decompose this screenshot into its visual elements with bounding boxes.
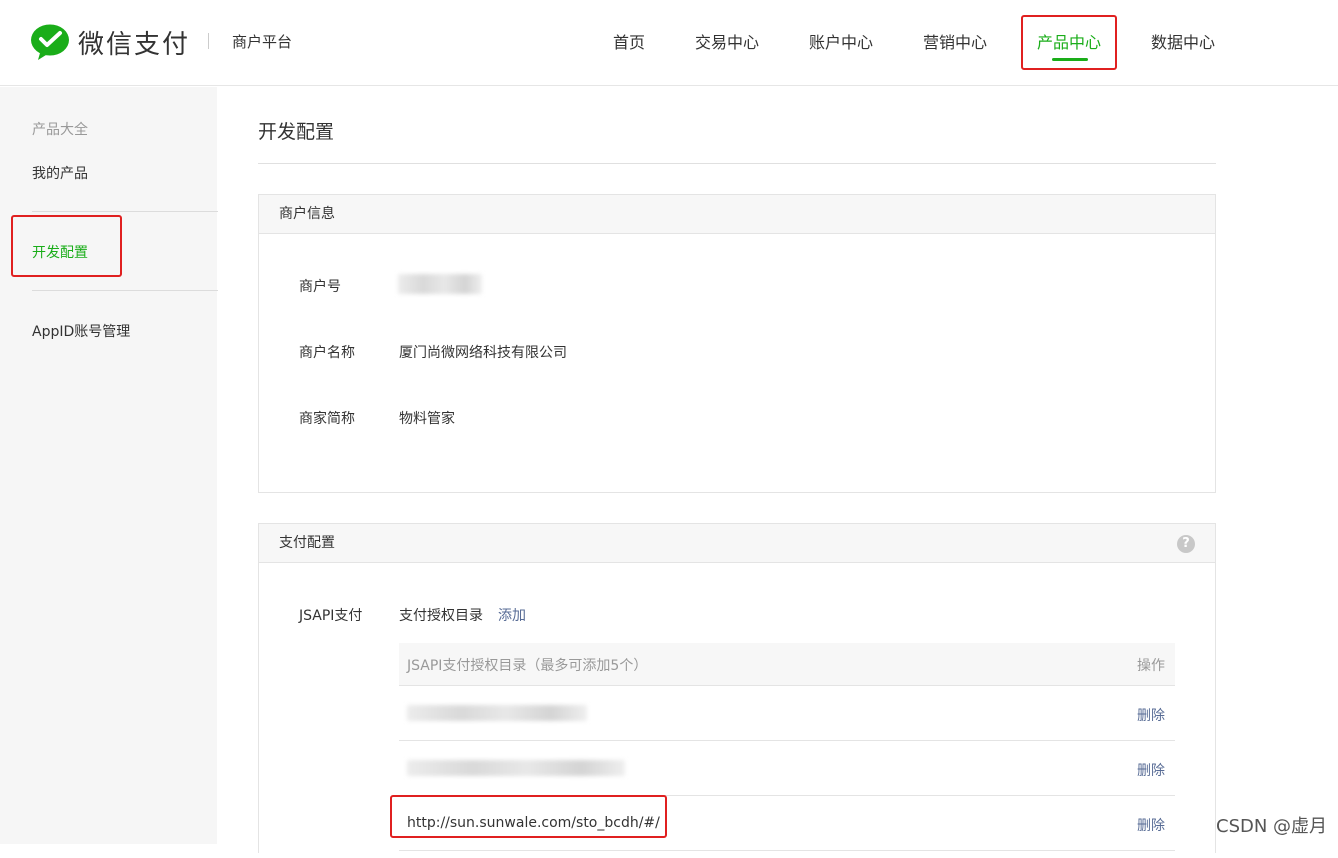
sidebar-divider	[32, 211, 218, 212]
merchant-short-value: 物料管家	[399, 411, 455, 427]
delete-link[interactable]: 删除	[1137, 760, 1165, 780]
merchant-name-value: 厦门尚微网络科技有限公司	[399, 345, 567, 361]
delete-link[interactable]: 删除	[1137, 815, 1165, 835]
merchant-short-label: 商家简称	[299, 411, 355, 427]
sidebar: 产品大全 我的产品 开发配置 AppID账号管理	[0, 87, 218, 844]
auth-dir-url-redacted	[407, 760, 625, 776]
merchant-name-label: 商户名称	[299, 345, 355, 361]
jsapi-label: JSAPI支付	[299, 608, 363, 624]
question-circle-icon[interactable]: ?	[1177, 535, 1195, 553]
nav-marketing[interactable]: 营销中心	[923, 29, 987, 53]
watermark: CSDN @虚月	[1216, 816, 1328, 837]
table-row: http://sun.sunwale.com/sto_bcdh/#/ 删除	[399, 796, 1175, 851]
auth-dir-url: http://sun.sunwale.com/sto_bcdh/#/	[407, 815, 660, 831]
sidebar-divider	[32, 290, 218, 291]
table-header: JSAPI支付授权目录（最多可添加5个） 操作	[399, 643, 1175, 686]
nav-transactions[interactable]: 交易中心	[695, 29, 759, 53]
sidebar-item-dev-config[interactable]: 开发配置	[32, 242, 88, 262]
sidebar-category: 产品大全	[32, 122, 88, 138]
pay-config-title: 支付配置	[279, 535, 335, 551]
col-auth-dir: JSAPI支付授权目录（最多可添加5个）	[407, 658, 648, 674]
header-divider	[208, 33, 209, 49]
sidebar-item-my-products[interactable]: 我的产品	[32, 163, 88, 183]
top-bar: 微信支付 商户平台 首页 交易中心 账户中心 营销中心 产品中心 数据中心	[0, 0, 1338, 86]
auth-dir-url-redacted	[407, 705, 587, 721]
table-row: 删除	[399, 741, 1175, 796]
brand-name: 微信支付	[78, 29, 191, 60]
auth-dir-label: 支付授权目录	[399, 608, 483, 624]
platform-name: 商户平台	[232, 33, 293, 51]
pay-config-panel: 支付配置 ? JSAPI支付 支付授权目录 添加 JSAPI支付授权目录（最多可…	[258, 523, 1216, 853]
nav-active-indicator	[1052, 58, 1088, 61]
add-auth-dir-link[interactable]: 添加	[498, 605, 526, 625]
merchant-info-panel: 商户信息 商户号 商户名称 厦门尚微网络科技有限公司 商家简称 物料管家	[258, 194, 1216, 493]
nav-data[interactable]: 数据中心	[1151, 29, 1215, 53]
nav-home[interactable]: 首页	[613, 29, 645, 53]
panel-title: 商户信息	[259, 195, 1215, 234]
col-operation: 操作	[1137, 658, 1165, 674]
wechat-pay-logo[interactable]: 微信支付	[30, 22, 190, 62]
delete-link[interactable]: 删除	[1137, 705, 1165, 725]
panel-title: 支付配置 ?	[259, 524, 1215, 563]
wechat-pay-logo-icon	[31, 24, 69, 60]
table-row: 删除	[399, 686, 1175, 741]
title-divider	[258, 163, 1216, 164]
page-title: 开发配置	[258, 121, 335, 143]
nav-account[interactable]: 账户中心	[809, 29, 873, 53]
auth-dir-table: JSAPI支付授权目录（最多可添加5个） 操作 删除 删除 http://sun…	[399, 643, 1175, 858]
merchant-id-label: 商户号	[299, 279, 341, 295]
merchant-id-value-redacted	[398, 274, 482, 294]
sidebar-item-appid[interactable]: AppID账号管理	[32, 321, 130, 341]
nav-products[interactable]: 产品中心	[1037, 29, 1101, 53]
